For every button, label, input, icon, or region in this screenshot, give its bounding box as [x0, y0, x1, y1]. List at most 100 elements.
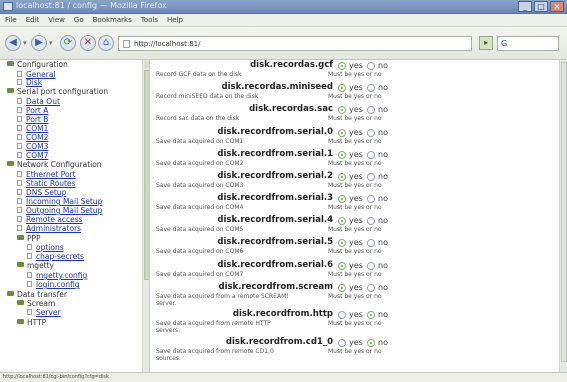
no-radio[interactable] [367, 284, 375, 292]
yes-radio[interactable] [338, 173, 346, 181]
sidebar-item-login-config[interactable]: login.config [27, 280, 80, 289]
yes-radio[interactable] [338, 151, 346, 159]
sidebar-item-mgetty-config[interactable]: mgetty.config [27, 271, 87, 280]
sidebar-item-data-out[interactable]: Data Out [17, 97, 60, 106]
sidebar-item-http[interactable]: HTTP [17, 318, 46, 327]
reload-icon[interactable]: ⟳ [60, 35, 76, 51]
yes-radio[interactable] [338, 62, 346, 70]
sidebar-item-com1[interactable]: COM1 [17, 124, 48, 133]
search-engine-icon[interactable]: G [501, 39, 507, 48]
sidebar-scroll-thumb[interactable] [144, 70, 149, 280]
sidebar-item-disk[interactable]: Disk [17, 78, 42, 87]
content-scrollbar[interactable] [559, 60, 567, 372]
validation-hint: Must be yes or no [328, 115, 382, 122]
sidebar-item-com2[interactable]: COM2 [17, 133, 48, 142]
maximize-button[interactable]: □ [534, 1, 548, 12]
yes-radio[interactable] [338, 129, 346, 137]
sidebar-item-port-b[interactable]: Port B [17, 115, 48, 124]
url-text[interactable]: http://localhost:81/ [134, 40, 201, 48]
menu-item-help[interactable]: Help [167, 14, 183, 26]
sidebar-item-scream[interactable]: Scream [17, 299, 55, 308]
sidebar-item-administrators[interactable]: Administrators [17, 224, 81, 233]
no-radio[interactable] [367, 217, 375, 225]
home-icon[interactable]: ⌂ [98, 35, 114, 51]
no-radio[interactable] [367, 339, 375, 347]
sidebar-item-com3[interactable]: COM3 [17, 142, 48, 151]
menu-item-view[interactable]: View [48, 14, 65, 26]
no-radio[interactable] [367, 84, 375, 92]
yes-label: yes [349, 61, 363, 70]
go-button[interactable]: ▸ [479, 36, 493, 50]
sidebar-item-label: Port A [26, 106, 49, 115]
no-radio[interactable] [367, 311, 375, 319]
menu-item-file[interactable]: File [5, 14, 17, 26]
no-label: no [378, 238, 388, 247]
content-scroll-thumb[interactable] [561, 62, 567, 362]
yes-radio[interactable] [338, 195, 346, 203]
no-radio[interactable] [367, 262, 375, 270]
sidebar-item-label: Network Configuration [17, 160, 102, 169]
minimize-button[interactable]: _ [518, 1, 532, 12]
sidebar-item-mgetty[interactable]: mgetty [17, 261, 54, 270]
validation-hint: Must be yes or no [328, 348, 382, 355]
forward-icon[interactable]: ▶ [31, 35, 47, 51]
menu-item-edit[interactable]: Edit [26, 14, 40, 26]
menu-bar: File Edit View Go Bookmarks Tools Help [0, 14, 567, 27]
sidebar-item-port-a[interactable]: Port A [17, 106, 48, 115]
sidebar-item-ethernet-port[interactable]: Ethernet Port [17, 170, 76, 179]
yes-radio[interactable] [338, 217, 346, 225]
setting-name: disk.recordfrom.cd1_0 [225, 337, 333, 347]
sidebar-item-dns-setup[interactable]: DNS Setup [17, 188, 66, 197]
yes-radio[interactable] [338, 239, 346, 247]
sidebar-item-data-transfer[interactable]: Data transfer [7, 290, 67, 299]
sidebar-item-incoming-mail-setup[interactable]: Incoming Mail Setup [17, 197, 102, 206]
yes-radio[interactable] [338, 311, 346, 319]
sidebar-item-serial-port-configuration[interactable]: Serial port configuration [7, 87, 108, 96]
url-bar[interactable]: http://localhost:81/ [118, 36, 472, 51]
setting-name: disk.recordas.gcf [250, 60, 333, 70]
no-label: no [378, 216, 388, 225]
sidebar-item-static-routes[interactable]: Static Routes [17, 179, 76, 188]
no-radio[interactable] [367, 106, 375, 114]
validation-hint: Must be yes or no [328, 226, 382, 233]
no-radio[interactable] [367, 195, 375, 203]
menu-item-bookmarks[interactable]: Bookmarks [93, 14, 132, 26]
sidebar-item-server[interactable]: Server [27, 308, 61, 317]
yes-radio[interactable] [338, 84, 346, 92]
no-radio[interactable] [367, 62, 375, 70]
sidebar-item-outgoing-mail-setup[interactable]: Outgoing Mail Setup [17, 206, 102, 215]
menu-item-tools[interactable]: Tools [141, 14, 158, 26]
no-radio[interactable] [367, 129, 375, 137]
no-radio[interactable] [367, 239, 375, 247]
sidebar-item-chap-secrets[interactable]: chap-secrets [27, 252, 84, 261]
validation-hint: Must be yes or no [328, 182, 382, 189]
sidebar-item-label: Serial port configuration [17, 87, 109, 96]
search-input[interactable]: G [497, 36, 559, 51]
sidebar-item-options[interactable]: options [27, 243, 64, 252]
sidebar-item-com7[interactable]: COM7 [17, 151, 48, 160]
sidebar-item-configuration[interactable]: Configuration [7, 60, 68, 69]
yes-radio[interactable] [338, 284, 346, 292]
scroll-up-icon[interactable] [144, 61, 149, 68]
stop-icon[interactable]: ✕ [80, 35, 96, 51]
yes-radio[interactable] [338, 106, 346, 114]
yes-radio[interactable] [338, 262, 346, 270]
window-title: localhost:81 / config — Mozilla Firefox [16, 1, 167, 10]
navigation-toolbar: ◀ ▾ ▶ ▾ ⟳ ✕ ⌂ http://localhost:81/ ▸ G [0, 27, 567, 60]
sidebar-item-remote-access[interactable]: Remote access [17, 215, 83, 224]
sidebar-item-ppp[interactable]: PPP [17, 234, 41, 243]
setting-name: disk.recordfrom.serial.4 [217, 215, 333, 225]
close-button[interactable]: × [550, 1, 564, 12]
menu-item-go[interactable]: Go [74, 14, 84, 26]
back-dropdown-icon[interactable]: ▾ [23, 39, 27, 47]
forward-dropdown-icon[interactable]: ▾ [49, 39, 53, 47]
setting-description: Save data acquired on COM3 [156, 182, 244, 189]
no-radio[interactable] [367, 151, 375, 159]
yes-radio[interactable] [338, 339, 346, 347]
sidebar-scrollbar[interactable] [142, 60, 149, 372]
back-icon[interactable]: ◀ [5, 35, 21, 51]
document-icon [17, 98, 22, 104]
sidebar-item-network-configuration[interactable]: Network Configuration [7, 160, 102, 169]
setting-name: disk.recordfrom.serial.2 [217, 171, 333, 181]
no-radio[interactable] [367, 173, 375, 181]
